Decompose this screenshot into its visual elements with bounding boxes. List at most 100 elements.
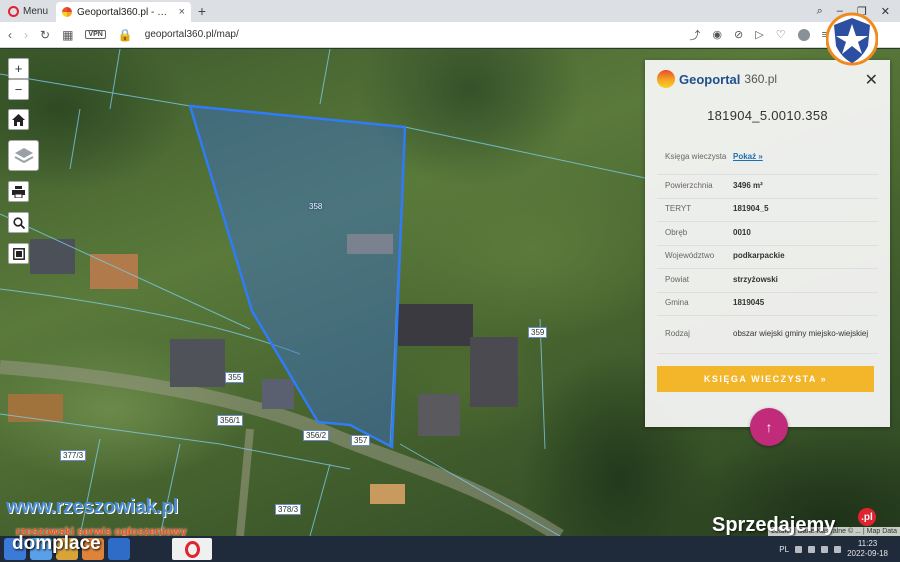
- parcel-info-panel: Geoportal 360.pl ✕ 181904_5.0010.358 Ksi…: [645, 60, 890, 427]
- row-powiat: Powiat strzyżowski: [657, 269, 878, 293]
- sprzedajemy-pl-badge: .pl: [858, 508, 876, 526]
- attr-key: Gmina: [665, 298, 689, 308]
- print-button[interactable]: [8, 181, 29, 202]
- row-wojewodztwo: Województwo podkarpackie: [657, 246, 878, 269]
- attr-key: Rodzaj: [665, 329, 690, 339]
- opera-logo-icon: [8, 5, 19, 17]
- network-icon[interactable]: [808, 545, 816, 553]
- vpn-badge[interactable]: VPN: [85, 30, 106, 39]
- tab-close-icon[interactable]: ×: [179, 6, 185, 18]
- opera-menu-button[interactable]: Menu: [0, 0, 56, 22]
- parcel-label-357: 357: [351, 435, 371, 446]
- browser-tab-geoportal[interactable]: Geoportal360.pl - Mapa In ×: [56, 2, 192, 22]
- parcel-label-359: 359: [528, 327, 548, 338]
- home-icon: [12, 113, 25, 126]
- attr-key: TERYT: [665, 204, 692, 214]
- home-button[interactable]: [8, 109, 29, 130]
- attr-key: Województwo: [665, 251, 715, 261]
- search-icon: [12, 216, 25, 229]
- attr-value: 0010: [733, 227, 751, 237]
- clock[interactable]: 11:23 2022-09-18: [847, 539, 888, 558]
- clock-date: 2022-09-18: [847, 549, 888, 558]
- house-roof: [347, 234, 393, 254]
- parcel-label-356-2: 356/2: [303, 430, 330, 441]
- domplace-watermark: domplace: [12, 533, 101, 554]
- geoportal-favicon-icon: [62, 7, 73, 17]
- language-indicator[interactable]: PL: [779, 545, 789, 554]
- row-rodzaj: Rodzaj obszar wiejski gminy miejsko-wiej…: [657, 316, 878, 354]
- parcel-id: 181904_5.0010.358: [707, 108, 828, 123]
- attr-value: 3496 m²: [733, 180, 763, 190]
- windows-taskbar: PL 11:23 2022-09-18: [0, 536, 900, 562]
- geoportal-mark-icon: [657, 70, 675, 88]
- clock-time: 11:23: [857, 539, 878, 549]
- camera-icon[interactable]: ◉: [712, 28, 722, 41]
- attr-value: podkarpackie: [733, 251, 785, 261]
- house-roof: [262, 379, 294, 409]
- chevron-up-icon[interactable]: [795, 545, 803, 553]
- house-roof: [30, 239, 75, 274]
- attr-key: Powiat: [665, 274, 690, 284]
- attr-value: 1819045: [733, 298, 765, 308]
- house-roof: [398, 304, 473, 346]
- house-roof: [170, 339, 225, 387]
- browser-tab-bar: Menu Geoportal360.pl - Mapa In × + ⌕ – ❐…: [0, 0, 900, 22]
- system-tray: PL 11:23 2022-09-18: [779, 539, 900, 558]
- fullscreen-button[interactable]: [8, 243, 29, 264]
- attr-value: obszar wiejski gminy miejsko-wiejskiej: [733, 329, 869, 339]
- print-icon: [12, 185, 25, 198]
- zoom-in-button[interactable]: +: [8, 58, 29, 79]
- heart-icon[interactable]: ♡: [776, 28, 786, 41]
- address-bar: ‹ › ↻ ▦ VPN 🔒 geoportal360.pl/map/ ⤴ ◉ ⊘…: [0, 22, 900, 48]
- rzeszowiak-watermark: www.rzeszowiak.pl: [6, 496, 178, 518]
- brand-suffix: 360.pl: [744, 72, 778, 86]
- reload-icon[interactable]: ↻: [40, 28, 50, 42]
- forward-icon[interactable]: ›: [24, 28, 28, 42]
- tabs-grid-icon[interactable]: ▦: [62, 28, 73, 42]
- taskbar-opera-button[interactable]: [172, 538, 212, 560]
- url-field[interactable]: geoportal360.pl/map/: [145, 29, 678, 40]
- volume-icon[interactable]: [834, 545, 842, 553]
- geoportal-logo: Geoportal 360.pl: [657, 70, 878, 88]
- row-obreb: Obręb 0010: [657, 222, 878, 246]
- fullscreen-icon: [12, 247, 25, 260]
- menu-label: Menu: [23, 5, 49, 17]
- send-icon[interactable]: ⤴: [689, 27, 700, 43]
- sprzedajemy-watermark: Sprzedajemy: [712, 514, 836, 536]
- battery-icon[interactable]: [821, 545, 829, 553]
- layers-button[interactable]: [8, 140, 39, 171]
- search-tabs-icon[interactable]: ⌕: [817, 5, 823, 18]
- scroll-top-button[interactable]: ↑: [750, 408, 788, 446]
- parcel-label-378-3: 378/3: [275, 504, 302, 515]
- shield-logo-icon: [826, 12, 878, 66]
- house-roof: [470, 337, 518, 407]
- house-roof: [418, 394, 460, 436]
- attr-value: strzyżowski: [733, 274, 778, 284]
- ksiega-wieczysta-button[interactable]: KSIĘGA WIECZYSTA »: [657, 366, 874, 392]
- play-icon[interactable]: ▷: [755, 28, 763, 41]
- house-roof: [370, 484, 405, 504]
- profile-avatar[interactable]: [797, 28, 810, 41]
- parcel-label-358: 358: [309, 202, 323, 211]
- search-button[interactable]: [8, 212, 29, 233]
- row-teryt: TERYT 181904_5: [657, 199, 878, 222]
- back-icon[interactable]: ‹: [8, 28, 12, 42]
- close-icon[interactable]: ✕: [865, 70, 878, 90]
- house-roof: [8, 394, 63, 422]
- adblock-icon[interactable]: ⊘: [734, 28, 743, 41]
- zoom-out-button[interactable]: −: [8, 79, 29, 100]
- show-ksiega-link[interactable]: Pokaż »: [733, 152, 878, 163]
- taskbar-app-icon[interactable]: [108, 538, 130, 560]
- opera-logo-icon: [184, 540, 200, 558]
- brand-name: Geoportal: [679, 71, 741, 87]
- new-tab-button[interactable]: +: [191, 3, 213, 19]
- parcel-label-377-3: 377/3: [60, 450, 87, 461]
- attr-value: 181904_5: [733, 204, 769, 214]
- parcel-label-356-1: 356/1: [217, 415, 244, 426]
- row-powierzchnia: Powierzchnia 3496 m²: [657, 175, 878, 199]
- lock-icon: 🔒: [117, 27, 133, 42]
- row-ksiega-wieczysta: Księga wieczysta Pokaż »: [657, 141, 878, 175]
- tab-title: Geoportal360.pl - Mapa In: [77, 6, 174, 18]
- close-window-icon[interactable]: ✕: [881, 5, 890, 18]
- parcel-label-355: 355: [225, 372, 245, 383]
